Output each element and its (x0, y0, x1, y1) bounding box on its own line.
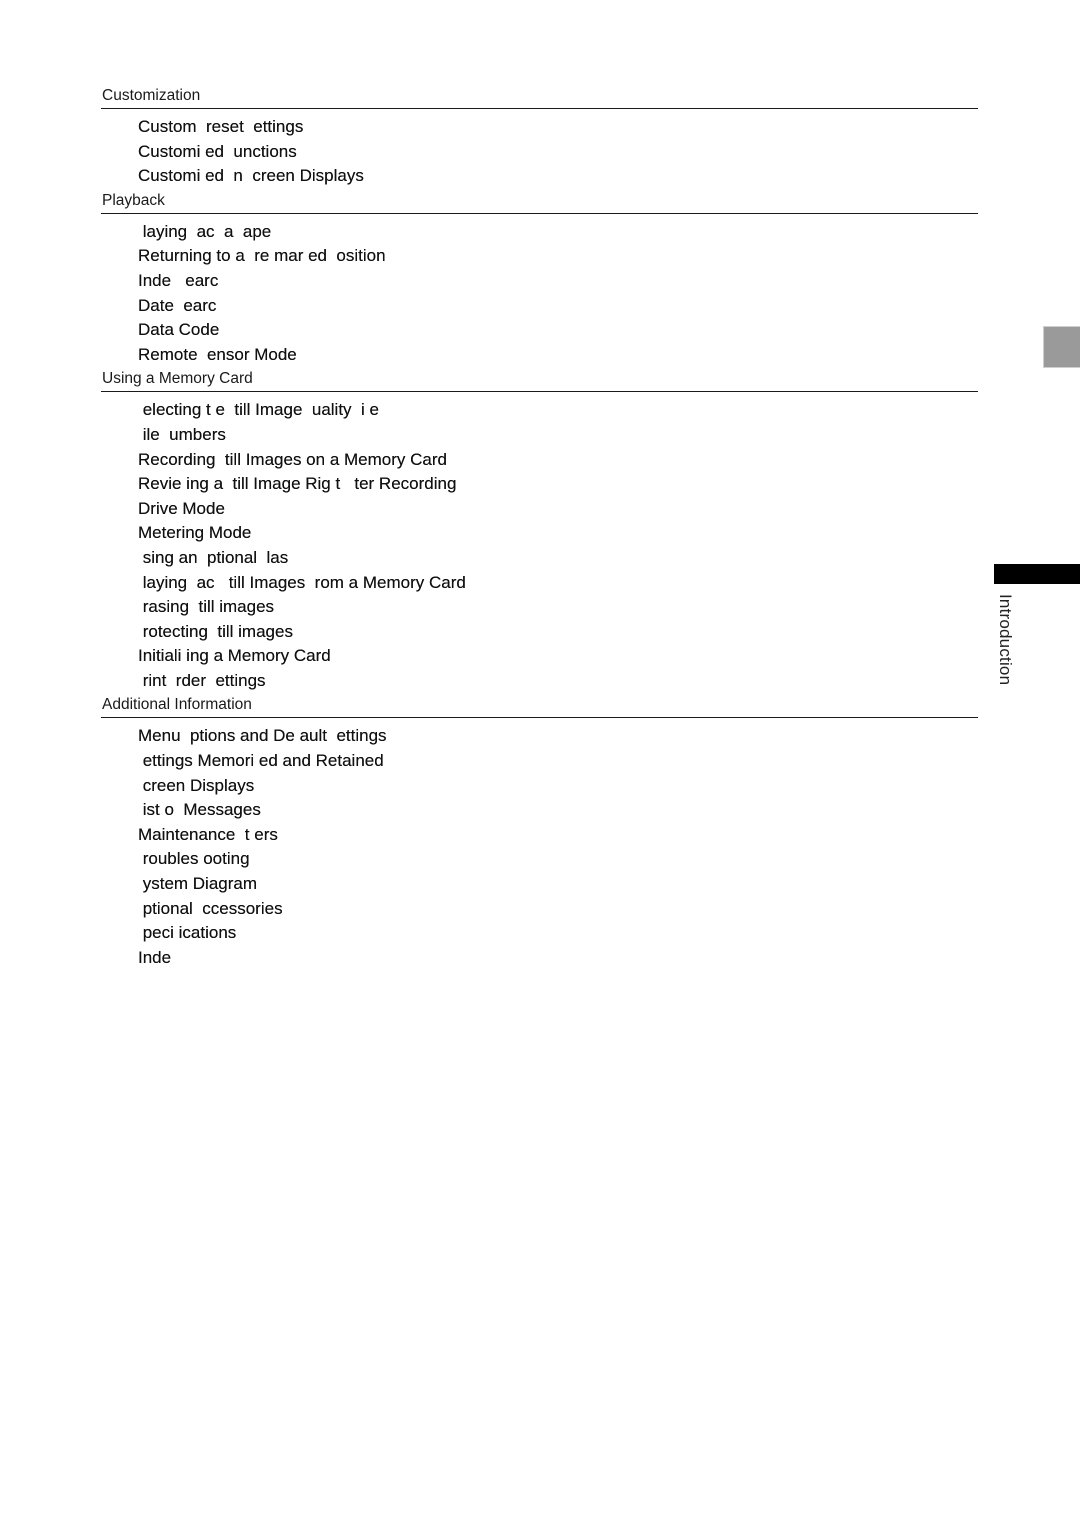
section-heading: Playback (101, 191, 978, 214)
toc-section-using-a-memory-card: Using a Memory Card electing t e till Im… (101, 369, 978, 695)
toc-item-label: Custom reset ettings (138, 117, 304, 136)
toc-item-label: Recording till Images on a Memory Card (138, 449, 447, 469)
toc-item-label: ystem Diagram (138, 874, 258, 894)
table-of-contents: Customization Custom reset ettings Custo… (101, 86, 978, 972)
toc-item-list: Menu ptions and De ault ettings ettings … (101, 718, 978, 972)
toc-item[interactable]: Metering Mode (138, 521, 978, 546)
toc-item[interactable]: Date earc (138, 294, 978, 319)
toc-item[interactable]: rasing till images (138, 595, 978, 620)
chapter-side-label: Introduction (996, 594, 1015, 686)
toc-item-label: rint rder ettings (138, 670, 266, 690)
toc-item[interactable]: ptional ccessories (138, 897, 978, 922)
toc-item-label: Inde (138, 947, 172, 967)
toc-item-label: laying ac a ape (138, 221, 272, 241)
toc-item-label: Initiali ing a Memory Card (138, 646, 331, 666)
toc-item-label: Returning to a re mar ed osition (138, 246, 386, 266)
toc-item-list: Custom reset ettings Customi ed unctions… (101, 109, 978, 191)
toc-item-label: Inde earc (138, 270, 219, 290)
toc-item[interactable]: ettings Memori ed and Retained (138, 749, 978, 774)
toc-item-label: Metering Mode (138, 523, 252, 543)
toc-item[interactable]: rotecting till images (138, 620, 978, 645)
toc-item[interactable]: Customi ed unctions (138, 140, 978, 165)
toc-item-label: creen Displays (138, 775, 255, 795)
toc-item-label: ile umbers (138, 424, 226, 444)
section-heading: Additional Information (101, 695, 978, 719)
toc-item[interactable]: Initiali ing a Memory Card (138, 644, 978, 669)
toc-item-label: ettings Memori ed and Retained (138, 751, 384, 771)
toc-item-label: Revie ing a till Image Rig t ter Recordi… (138, 474, 457, 494)
section-heading: Using a Memory Card (101, 369, 978, 393)
toc-item-label: Remote ensor Mode (138, 344, 297, 364)
chapter-marker-bar (994, 564, 1080, 584)
toc-section-playback: Playback laying ac a ape Returning to a … (101, 191, 978, 370)
toc-item-label: Date earc (138, 295, 217, 315)
toc-item-label: Customi ed n creen Displays (138, 166, 364, 186)
toc-item[interactable]: Maintenance t ers (138, 823, 978, 848)
toc-item[interactable]: laying ac till Images rom a Memory Card (138, 571, 978, 596)
toc-item[interactable]: ystem Diagram (138, 872, 978, 897)
toc-item[interactable]: Menu ptions and De ault ettings (138, 724, 978, 749)
toc-section-additional-information: Additional Information Menu ptions and D… (101, 695, 978, 972)
toc-item[interactable]: Remote ensor Mode (138, 343, 978, 368)
toc-item[interactable]: electing t e till Image uality i e (138, 398, 978, 423)
toc-item[interactable]: Returning to a re mar ed osition (138, 244, 978, 269)
toc-item[interactable]: peci ications (138, 921, 978, 946)
chapter-thumb-tab (1043, 326, 1080, 368)
toc-item-label: Maintenance t ers (138, 824, 278, 844)
toc-item[interactable]: Customi ed n creen Displays (138, 164, 978, 189)
toc-item-label: Drive Mode (138, 498, 225, 518)
toc-item[interactable]: Inde (138, 946, 978, 971)
toc-item[interactable]: Drive Mode (138, 497, 978, 522)
toc-item-label: sing an ptional las (138, 547, 289, 567)
toc-item-label: Customi ed unctions (138, 141, 297, 161)
toc-item[interactable]: Custom reset ettings (138, 115, 978, 140)
toc-item-label: rotecting till images (138, 621, 293, 641)
toc-item-label: Data Code (138, 320, 220, 340)
toc-item-label: ist o Messages (138, 800, 261, 820)
toc-item[interactable]: Recording till Images on a Memory Card (138, 448, 978, 473)
toc-item-label: roubles ooting (138, 849, 250, 869)
toc-item[interactable]: Inde earc (138, 269, 978, 294)
toc-item[interactable]: Data Code (138, 318, 978, 343)
toc-item-list: electing t e till Image uality i e ile u… (101, 392, 978, 695)
toc-item[interactable]: ile umbers (138, 423, 978, 448)
toc-item[interactable]: ist o Messages (138, 798, 978, 823)
toc-item[interactable]: Revie ing a till Image Rig t ter Recordi… (138, 472, 978, 497)
toc-item-label: laying ac till Images rom a Memory Card (138, 572, 466, 592)
toc-item[interactable]: sing an ptional las (138, 546, 978, 571)
toc-item-label: rasing till images (138, 597, 275, 617)
toc-item-label: Menu ptions and De ault ettings (138, 726, 387, 746)
toc-item-label: ptional ccessories (138, 898, 283, 918)
toc-section-customization: Customization Custom reset ettings Custo… (101, 86, 978, 191)
toc-item[interactable]: creen Displays (138, 774, 978, 799)
toc-item-list: laying ac a ape Returning to a re mar ed… (101, 214, 978, 370)
section-heading: Customization (101, 86, 978, 109)
toc-item-label: electing t e till Image uality i e (138, 400, 379, 420)
toc-item[interactable]: roubles ooting (138, 847, 978, 872)
toc-item[interactable]: rint rder ettings (138, 669, 978, 694)
toc-item-label: peci ications (138, 923, 237, 943)
toc-item[interactable]: laying ac a ape (138, 220, 978, 245)
